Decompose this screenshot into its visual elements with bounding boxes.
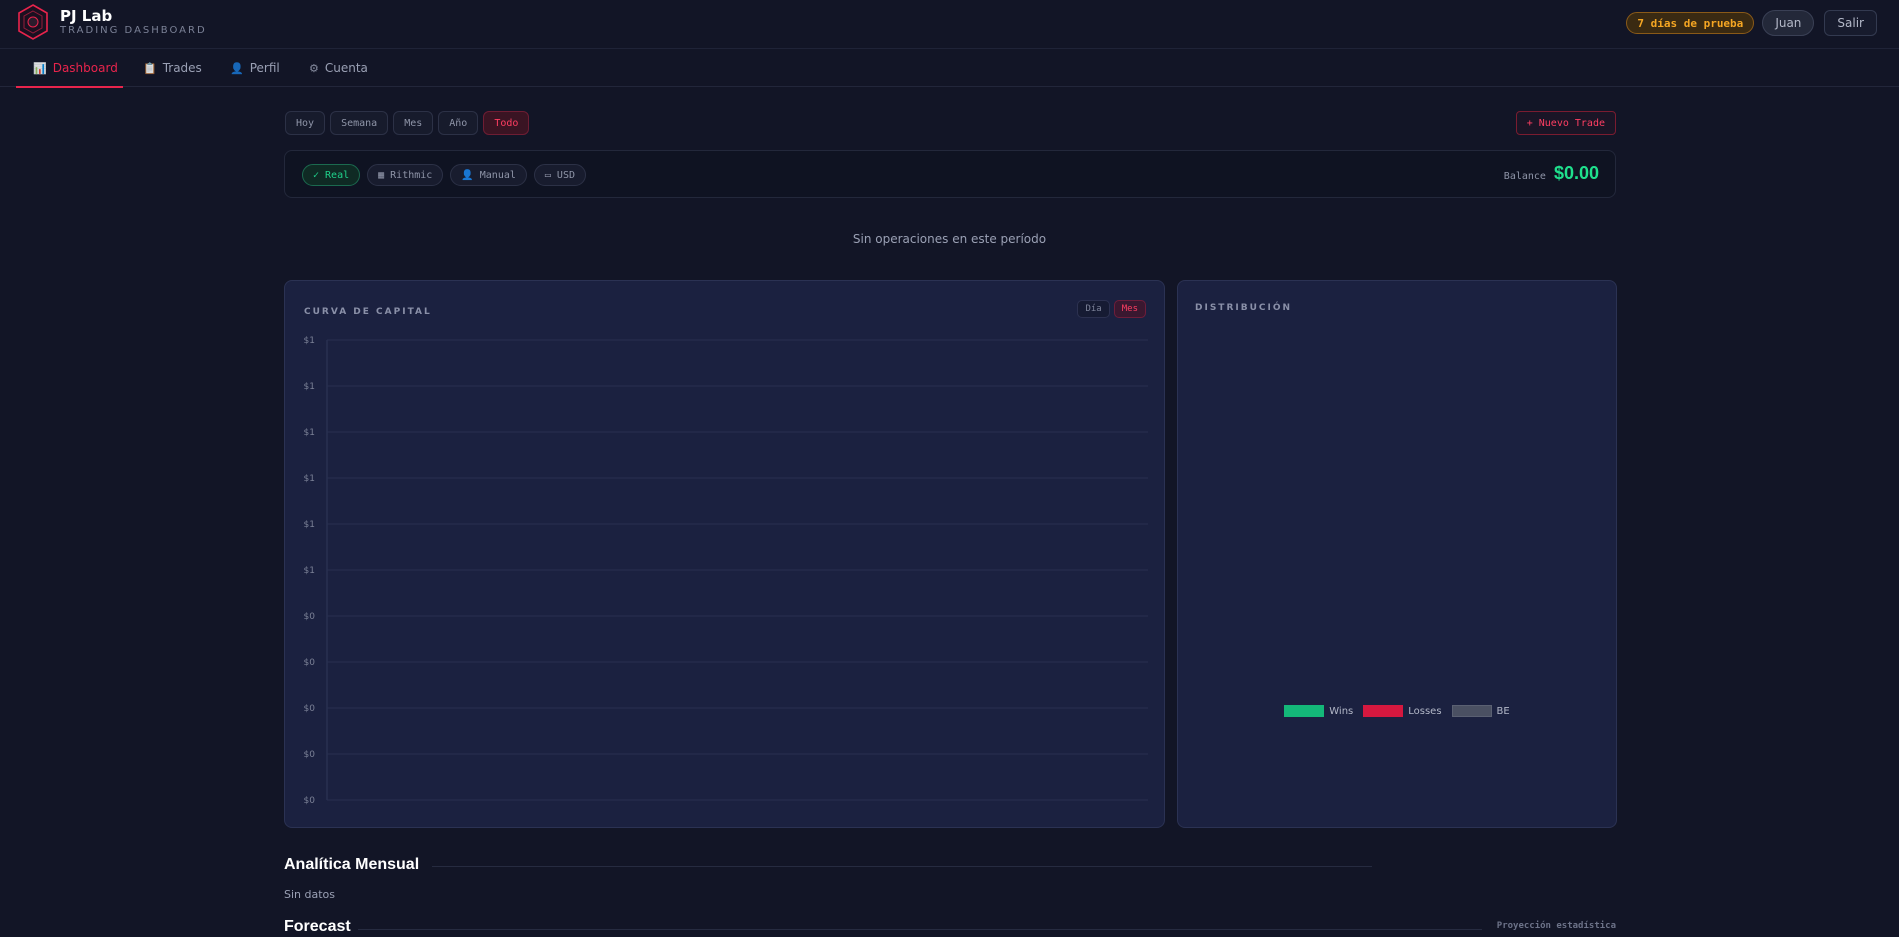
filter-ano[interactable]: Año	[438, 111, 479, 135]
pill-label: Real	[325, 169, 350, 181]
losses-swatch	[1363, 705, 1404, 717]
logo-icon	[18, 4, 48, 40]
tab-label: Dashboard	[52, 61, 118, 75]
legend-be: BE	[1451, 705, 1510, 717]
y-tick-label: $0	[304, 704, 316, 714]
section-divider	[432, 866, 1372, 867]
tab-cuenta[interactable]: ⚙ Cuenta	[309, 49, 368, 87]
new-trade-button[interactable]: + Nuevo Trade	[1515, 111, 1616, 135]
distribution-title: DISTRIBUCIÓN	[1195, 303, 1293, 313]
bar-chart-icon: 📊	[33, 61, 47, 75]
logout-button[interactable]: Salir	[1824, 10, 1877, 36]
account-bar: ✓ Real ▦ Rithmic 👤 Manual ▭ USD Balance …	[284, 150, 1616, 198]
legend-label: Losses	[1408, 705, 1442, 717]
filter-semana[interactable]: Semana	[330, 111, 389, 135]
filter-todo[interactable]: Todo	[483, 111, 530, 135]
pill-label: Rithmic	[390, 169, 433, 181]
user-icon: 👤	[461, 169, 474, 181]
forecast-note: Proyección estadística	[1496, 921, 1616, 931]
y-tick-label: $0	[304, 612, 316, 622]
legend-label: Wins	[1329, 705, 1354, 717]
currency-usd[interactable]: ▭ USD	[533, 164, 586, 186]
tab-label: Perfil	[249, 61, 280, 75]
legend-wins: Wins	[1284, 705, 1353, 717]
legend-losses: Losses	[1363, 705, 1442, 717]
brand-subtitle: TRADING DASHBOARD	[60, 25, 207, 36]
balance-label: Balance	[1503, 171, 1546, 182]
capital-curve-panel: CURVA DE CAPITAL Día Mes $1 $1 $1 $1 $1 $1 $0 $…	[284, 280, 1165, 828]
main-nav: 📊 Dashboard 📋 Trades 👤 Perfil ⚙ Cuenta	[0, 49, 1899, 88]
tab-dashboard[interactable]: 📊 Dashboard	[16, 49, 123, 88]
balance-value: $0.00	[1553, 163, 1599, 183]
y-tick-label: $1	[304, 566, 315, 576]
empty-period-message: Sin operaciones en este período	[852, 232, 1047, 246]
be-swatch	[1451, 705, 1492, 717]
tab-perfil[interactable]: 👤 Perfil	[230, 49, 280, 87]
forecast-title: Forecast	[284, 918, 351, 935]
gear-icon: ⚙	[309, 61, 319, 75]
wins-swatch	[1284, 705, 1325, 717]
filter-hoy[interactable]: Hoy	[285, 111, 326, 135]
tab-trades[interactable]: 📋 Trades	[143, 49, 202, 87]
server-icon: ▦	[378, 169, 385, 181]
account-type-real[interactable]: ✓ Real	[302, 164, 361, 186]
section-divider	[358, 929, 1482, 930]
top-header: PJ Lab TRADING DASHBOARD 7 días de prueb…	[0, 0, 1899, 49]
tab-label: Cuenta	[324, 61, 368, 75]
clipboard-icon: 📋	[143, 61, 157, 75]
legend-label: BE	[1496, 705, 1510, 717]
y-tick-label: $1	[304, 520, 315, 530]
tab-label: Trades	[162, 61, 202, 75]
y-tick-label: $1	[304, 474, 315, 484]
trial-badge: 7 días de prueba	[1626, 12, 1755, 34]
filter-mes[interactable]: Mes	[393, 111, 434, 135]
distribution-panel: DISTRIBUCIÓN Wins Losses BE	[1177, 280, 1617, 828]
y-tick-label: $1	[304, 428, 315, 438]
y-tick-label: $0	[304, 796, 316, 806]
y-tick-label: $1	[304, 382, 315, 392]
check-icon: ✓	[313, 169, 320, 181]
y-tick-label: $0	[304, 750, 316, 760]
brand-name: PJ Lab	[60, 7, 113, 25]
distribution-legend: Wins Losses BE	[1178, 705, 1616, 717]
user-icon: 👤	[230, 61, 244, 75]
y-tick-label: $1	[304, 336, 315, 346]
y-tick-label: $0	[304, 658, 316, 668]
user-button[interactable]: Juan	[1762, 10, 1815, 36]
monthly-analytics-title: Analítica Mensual	[284, 856, 420, 873]
platform-rithmic[interactable]: ▦ Rithmic	[367, 164, 444, 186]
card-icon: ▭	[544, 169, 551, 181]
mode-manual[interactable]: 👤 Manual	[450, 164, 527, 186]
capital-curve-chart: $1 $1 $1 $1 $1 $1 $0 $0 $0 $0 $0	[304, 336, 1148, 806]
period-filter: Hoy Semana Mes Año Todo	[285, 111, 530, 135]
monthly-no-data: Sin datos	[284, 888, 336, 901]
pill-label: USD	[556, 169, 575, 181]
pill-label: Manual	[479, 169, 516, 181]
